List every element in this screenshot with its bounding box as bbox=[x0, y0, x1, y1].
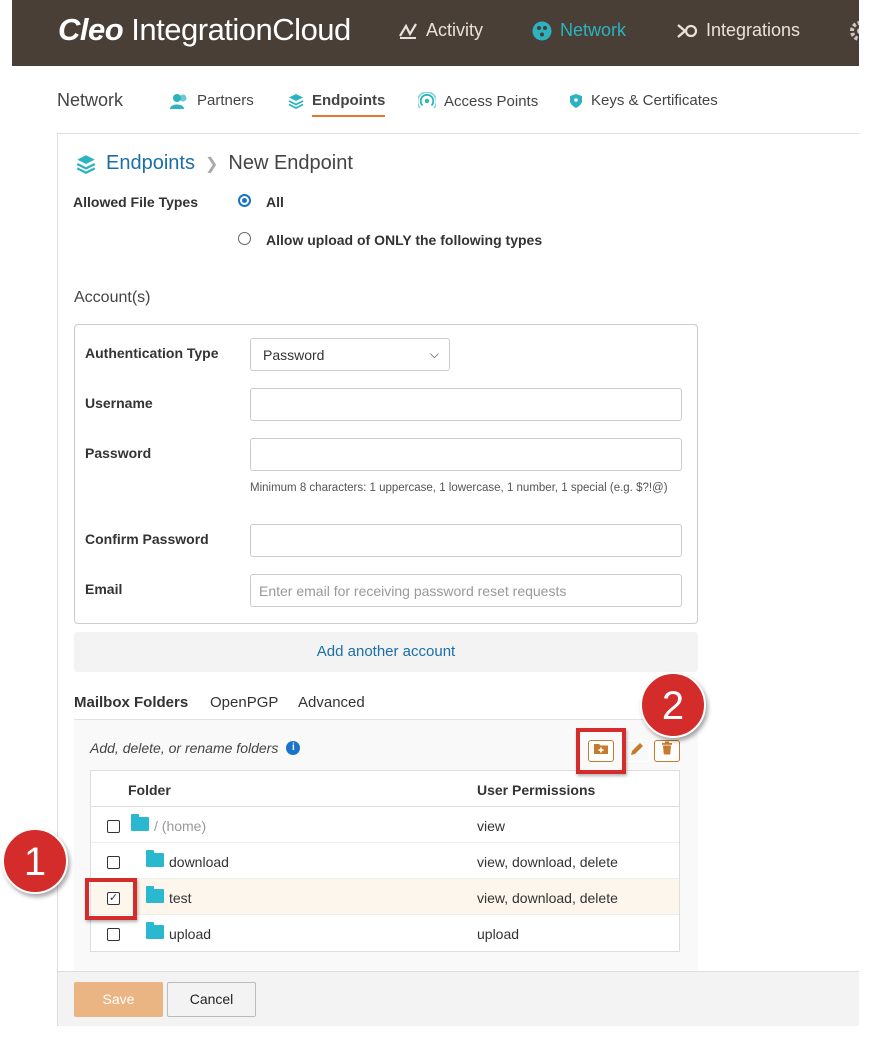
torn-edge bbox=[859, 0, 885, 1060]
integrations-icon bbox=[677, 23, 698, 38]
row-checkbox[interactable] bbox=[107, 820, 120, 833]
email-input[interactable]: Enter email for receiving password reset… bbox=[250, 574, 682, 607]
pencil-icon bbox=[631, 743, 643, 755]
topnav-network-label: Network bbox=[560, 20, 627, 40]
callout-two: 2 bbox=[640, 672, 706, 738]
username-input[interactable] bbox=[250, 388, 682, 421]
callout-highlight-checkbox bbox=[85, 878, 137, 920]
folders-hint-text: Add, delete, or rename folders bbox=[90, 740, 279, 756]
topnav-activity[interactable]: Activity bbox=[398, 20, 483, 41]
form-footer: Save Cancel bbox=[58, 971, 871, 1026]
password-input[interactable] bbox=[250, 438, 682, 471]
folder-permissions: upload bbox=[477, 926, 520, 942]
column-folder: Folder bbox=[128, 782, 171, 798]
folder-name: upload bbox=[169, 926, 212, 942]
add-another-account-button[interactable]: Add another account bbox=[74, 632, 698, 672]
email-label: Email bbox=[85, 581, 123, 597]
folders-table: Folder User Permissions / (home) view do… bbox=[90, 770, 680, 952]
logo-bold: Cleo bbox=[58, 12, 124, 47]
subtab-access-points[interactable]: Access Points bbox=[418, 92, 538, 110]
rename-folder-button[interactable] bbox=[624, 740, 650, 762]
folder-icon bbox=[146, 886, 164, 903]
accounts-heading: Account(s) bbox=[74, 289, 151, 306]
app-logo[interactable]: Cleo IntegrationCloud bbox=[58, 12, 351, 48]
topnav-integrations[interactable]: Integrations bbox=[676, 20, 800, 41]
row-checkbox[interactable] bbox=[107, 928, 120, 941]
confirm-password-input[interactable] bbox=[250, 524, 682, 557]
shield-icon bbox=[570, 93, 582, 108]
subtab-partners[interactable]: Partners bbox=[169, 92, 254, 109]
folder-permissions: view bbox=[477, 818, 506, 834]
sub-nav: Network Partners Endpoints Access Points… bbox=[12, 66, 872, 134]
folder-icon bbox=[146, 850, 164, 867]
table-row[interactable]: ✓ test view, download, delete bbox=[91, 879, 679, 915]
auth-type-label: Authentication Type bbox=[85, 345, 219, 361]
tab-openpgp[interactable]: OpenPGP bbox=[210, 694, 278, 711]
chevron-down-icon: ⌵ bbox=[429, 347, 439, 361]
subtab-keys-certificates[interactable]: Keys & Certificates bbox=[569, 92, 718, 109]
password-hint: Minimum 8 characters: 1 uppercase, 1 low… bbox=[250, 482, 668, 494]
file-types-all-radio[interactable] bbox=[238, 194, 251, 207]
folder-name: test bbox=[169, 890, 192, 906]
confirm-password-label: Confirm Password bbox=[85, 531, 209, 547]
subtab-partners-label: Partners bbox=[197, 92, 254, 109]
folders-table-header: Folder User Permissions bbox=[91, 771, 679, 807]
callout-one: 1 bbox=[2, 828, 68, 894]
folder-name: / (home) bbox=[154, 818, 207, 834]
subtab-keys-label: Keys & Certificates bbox=[591, 92, 718, 109]
breadcrumb-endpoints-link[interactable]: Endpoints bbox=[106, 152, 195, 175]
cancel-button[interactable]: Cancel bbox=[167, 982, 256, 1017]
trash-icon bbox=[662, 741, 672, 755]
tab-advanced[interactable]: Advanced bbox=[298, 694, 365, 711]
delete-folder-button[interactable] bbox=[654, 740, 680, 762]
allowed-file-types-label: Allowed File Types bbox=[73, 194, 198, 210]
folder-icon bbox=[131, 814, 149, 831]
top-bar: Cleo IntegrationCloud Activity Network I… bbox=[12, 0, 872, 66]
account-box: Authentication Type Password ⌵ Username … bbox=[74, 324, 698, 624]
save-button[interactable]: Save bbox=[74, 982, 163, 1017]
subtab-endpoints[interactable]: Endpoints bbox=[288, 92, 386, 117]
folder-permissions: view, download, delete bbox=[477, 890, 618, 906]
password-label: Password bbox=[85, 445, 152, 461]
file-types-only-label[interactable]: Allow upload of ONLY the following types bbox=[266, 232, 542, 248]
section-title: Network bbox=[57, 90, 124, 110]
endpoint-form-panel: Endpoints ❯ New Endpoint Allowed File Ty… bbox=[57, 133, 872, 1026]
subtab-endpoints-label: Endpoints bbox=[312, 92, 386, 109]
auth-type-select[interactable]: Password ⌵ bbox=[250, 338, 450, 371]
folder-name: download bbox=[169, 854, 229, 870]
network-icon bbox=[532, 21, 552, 40]
folder-permissions: view, download, delete bbox=[477, 854, 618, 870]
row-checkbox[interactable] bbox=[107, 856, 120, 869]
activity-icon bbox=[399, 22, 417, 39]
table-row[interactable]: download view, download, delete bbox=[91, 843, 679, 879]
chevron-right-icon: ❯ bbox=[204, 155, 219, 173]
username-label: Username bbox=[85, 395, 153, 411]
topnav-integrations-label: Integrations bbox=[706, 20, 801, 40]
endpoint-tabs: Mailbox Folders OpenPGP Advanced bbox=[74, 684, 698, 722]
logo-rest: IntegrationCloud bbox=[123, 12, 351, 47]
endpoints-icon bbox=[76, 154, 96, 174]
partners-icon bbox=[170, 93, 187, 109]
auth-type-value: Password bbox=[263, 347, 325, 363]
folder-icon bbox=[146, 922, 164, 939]
folders-hint: Add, delete, or rename folders i bbox=[90, 740, 301, 756]
subtab-access-points-label: Access Points bbox=[444, 92, 539, 110]
breadcrumb-current: New Endpoint bbox=[228, 152, 353, 174]
table-row[interactable]: / (home) view bbox=[91, 807, 679, 843]
endpoints-icon bbox=[288, 93, 304, 109]
breadcrumb: Endpoints ❯ New Endpoint bbox=[76, 152, 353, 175]
column-user-permissions: User Permissions bbox=[477, 782, 596, 798]
topnav-activity-label: Activity bbox=[426, 20, 484, 40]
topnav-network[interactable]: Network bbox=[532, 20, 626, 41]
file-types-all-label[interactable]: All bbox=[266, 194, 284, 210]
callout-highlight-add-folder bbox=[576, 728, 626, 774]
file-types-only-radio[interactable] bbox=[238, 232, 251, 245]
access-points-icon bbox=[418, 92, 436, 109]
tab-mailbox-folders[interactable]: Mailbox Folders bbox=[74, 694, 191, 722]
info-icon[interactable]: i bbox=[286, 741, 301, 755]
table-row[interactable]: upload upload bbox=[91, 915, 679, 951]
